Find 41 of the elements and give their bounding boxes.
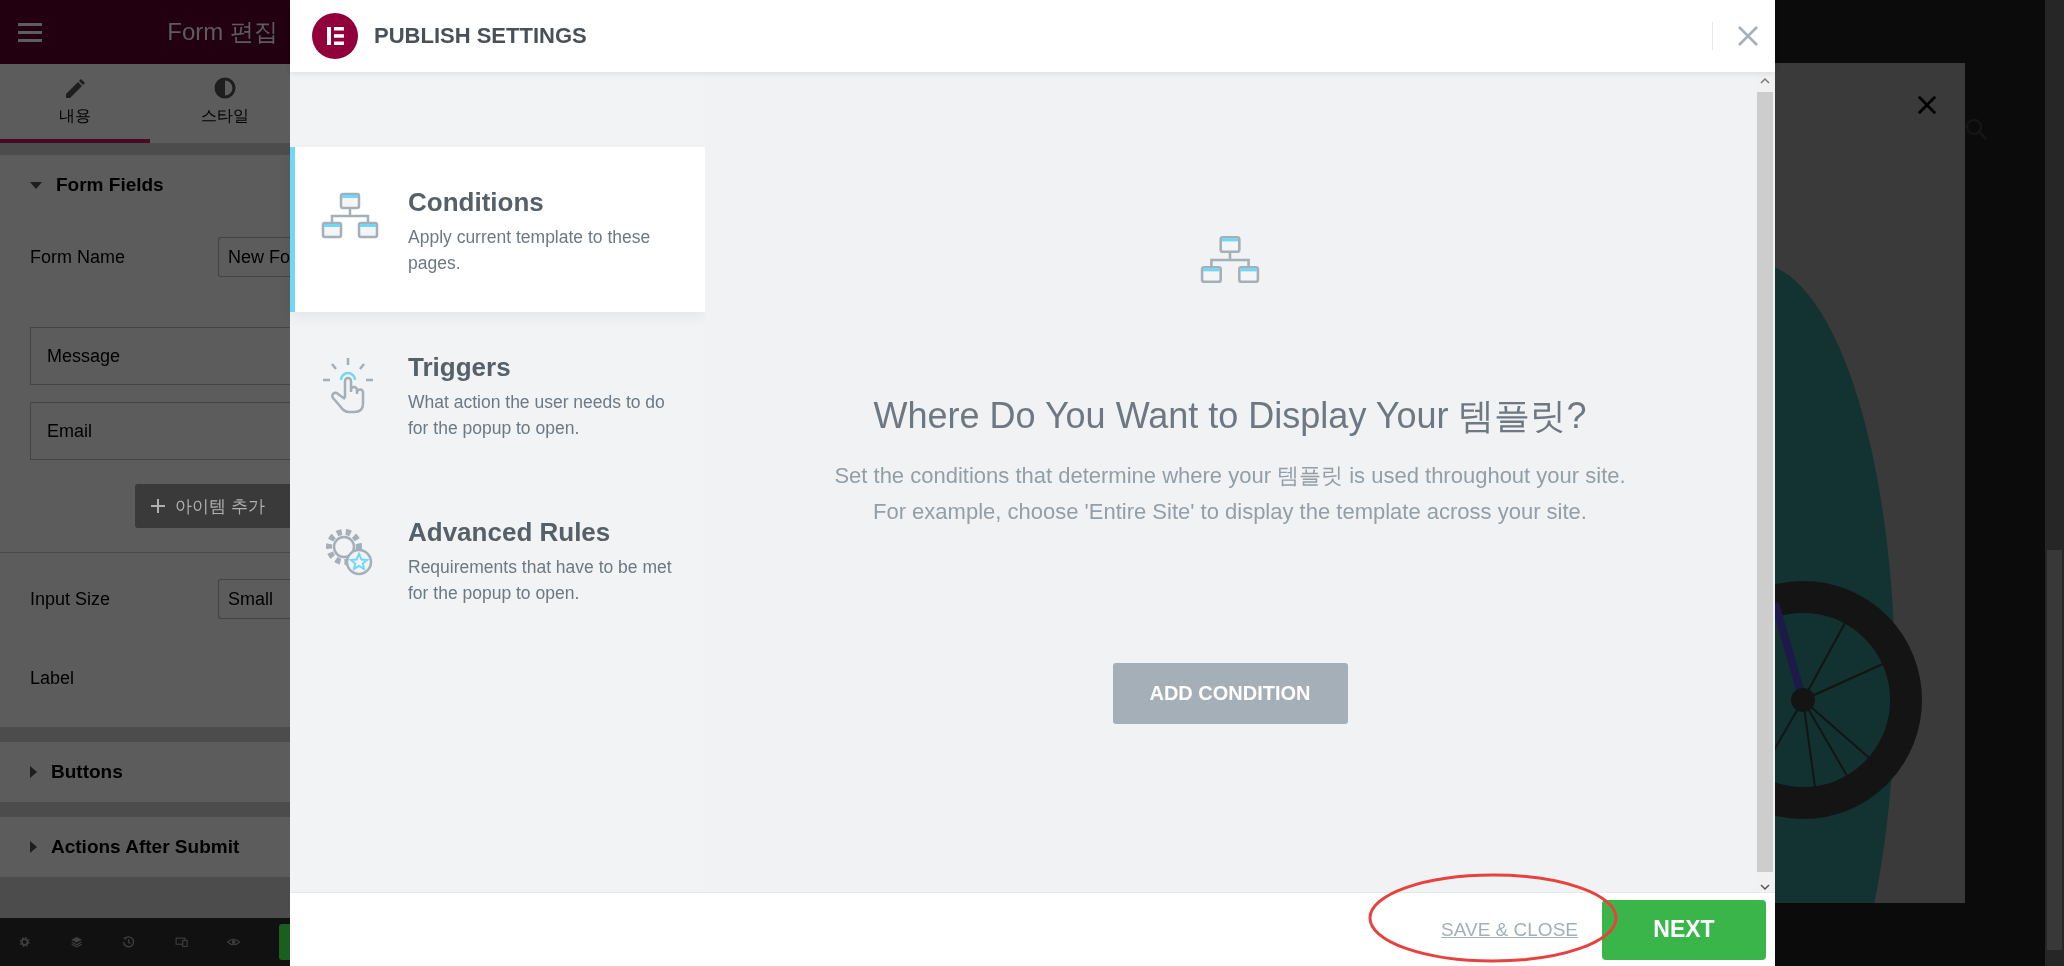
content-description: Set the conditions that determine where your 템플릿 is used throughout your site. (834, 462, 1626, 490)
field-label: Label (30, 667, 75, 689)
panel-tab[interactable]: 스타일 (150, 64, 290, 143)
repeater-item[interactable]: Email (30, 402, 290, 460)
panel-tab[interactable]: 내용 (0, 64, 150, 143)
section-title: Actions After Submit (51, 836, 240, 858)
close-icon[interactable] (1917, 95, 1937, 115)
repeater-item[interactable]: Message (30, 327, 290, 385)
content-description: For example, choose 'Entire Site' to display the template across your site. (873, 498, 1587, 526)
tap-hand-icon (320, 356, 376, 416)
caret-right-icon[interactable] (30, 841, 37, 853)
next-button[interactable]: NEXT (1602, 899, 1766, 960)
field-label: Form Name (30, 246, 126, 268)
caret-down-icon[interactable] (30, 181, 42, 189)
close-icon (1737, 25, 1759, 47)
scrollbar-thumb[interactable] (1757, 92, 1773, 872)
field-label: Input Size (30, 588, 112, 610)
section-title: Form Fields (56, 174, 164, 196)
step-tab[interactable]: Conditions Apply current template to these pages. (290, 147, 705, 312)
scroll-down-icon[interactable] (1760, 882, 1770, 892)
search-icon[interactable] (1965, 118, 1987, 140)
plus-icon (151, 499, 165, 513)
logo-icon (312, 13, 358, 59)
sitemap-icon (1199, 234, 1261, 286)
add-condition-button[interactable]: ADD CONDITION (1112, 663, 1348, 724)
menu-icon[interactable] (18, 21, 42, 43)
sitemap-icon (320, 191, 380, 241)
add-item-button[interactable]: 아이템 추가 (135, 484, 290, 528)
pencil-icon (63, 76, 87, 100)
content-heading: Where Do You Want to Display Your 템플릿? (873, 394, 1587, 438)
step-tab[interactable]: Triggers What action the user needs to do for the popup to open. (290, 312, 705, 477)
section-title: Buttons (51, 761, 123, 783)
caret-right-icon[interactable] (30, 766, 37, 778)
save-close-link[interactable]: SAVE & CLOSE (1441, 918, 1578, 941)
dialog-title: PUBLISH SETTINGS (374, 23, 587, 49)
publish-button[interactable] (279, 924, 290, 960)
panel-title: Form 편집 (167, 17, 278, 47)
step-tab[interactable]: Advanced Rules Requirements that have to be met for the popup to open. (290, 477, 705, 642)
contrast-icon (213, 76, 237, 100)
close-button[interactable] (1737, 25, 1759, 47)
scroll-up-icon[interactable] (1760, 76, 1770, 86)
